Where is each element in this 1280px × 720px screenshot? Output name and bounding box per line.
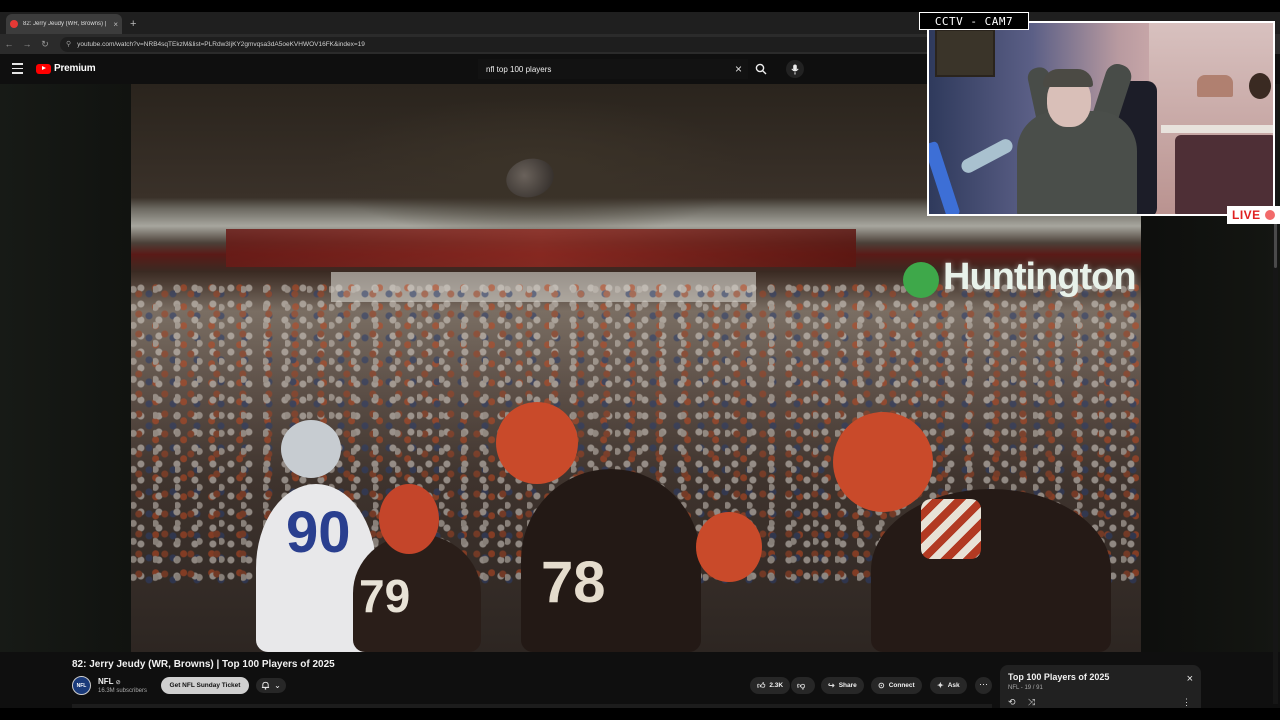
stadium-ribbon-board	[226, 229, 856, 267]
playlist-title[interactable]: Top 100 Players of 2025	[1008, 672, 1109, 682]
stadium-sponsor-sign: Huntington Ba	[943, 256, 1141, 298]
clear-search-icon[interactable]: ×	[735, 62, 742, 76]
cam-sofa	[1175, 135, 1273, 214]
search-input[interactable]: nfl top 100 players ×	[478, 59, 748, 79]
ask-button[interactable]: ✦ Ask	[930, 677, 967, 694]
defender-helmet	[281, 420, 341, 478]
cam-picture-frame	[935, 29, 995, 77]
browns-sleeve-stripes	[921, 499, 981, 559]
playlist-close-icon[interactable]: ×	[1187, 673, 1193, 685]
stadium-sponsor-logo	[903, 262, 939, 298]
browns-helmet-mid	[696, 512, 762, 582]
cam-microphone	[958, 136, 1016, 176]
sparkle-icon: ✦	[937, 681, 944, 690]
jersey-number-90: 90	[286, 500, 351, 565]
search-icon	[755, 63, 767, 75]
page: 82: Jerry Jeudy (WR, Browns) | × + ← → ↻…	[0, 0, 1280, 720]
search-query-text: nfl top 100 players	[486, 64, 552, 74]
connect-label: Connect	[888, 682, 915, 689]
youtube-play-logo-icon	[36, 63, 51, 74]
verified-icon: ⊘	[115, 680, 121, 686]
loop-icon[interactable]: ⟲	[1008, 697, 1016, 708]
subscriber-count: 16.3M subscribers	[98, 688, 148, 694]
thumbs-down-icon: 👎︎	[797, 680, 806, 690]
browns-helmet-78	[496, 402, 578, 484]
football-in-air	[501, 153, 559, 203]
video-title: 82: Jerry Jeudy (WR, Browns) | Top 100 P…	[72, 659, 335, 670]
site-info-icon[interactable]: ⚲	[66, 40, 71, 48]
logo-text: Premium	[54, 63, 96, 74]
tab-title: 82: Jerry Jeudy (WR, Browns) |	[23, 21, 107, 27]
browser-tab[interactable]: 82: Jerry Jeudy (WR, Browns) | ×	[6, 14, 122, 34]
ask-label: Ask	[947, 682, 960, 689]
sunday-ticket-button[interactable]: Get NFL Sunday Ticket	[161, 677, 249, 694]
live-badge: LIVE	[1227, 206, 1280, 224]
like-count: 2.3K	[769, 682, 784, 689]
connect-button[interactable]: ⊙ Connect	[871, 677, 922, 694]
share-arrow-icon: ↪	[828, 681, 835, 690]
cam-mic-arm	[929, 140, 961, 214]
playlist-meta: NFL - 19 / 91	[1008, 685, 1043, 691]
menu-icon[interactable]	[12, 63, 23, 74]
live-label: LIVE	[1232, 208, 1261, 222]
screen-bottom-border	[0, 708, 1280, 720]
cam-person-body	[1017, 111, 1137, 214]
browns-helmet-right	[833, 412, 933, 512]
cam-shelf	[1161, 125, 1273, 133]
voice-search-button[interactable]	[786, 60, 804, 78]
screen-top-border	[0, 0, 1280, 12]
share-label: Share	[838, 682, 857, 689]
channel-avatar[interactable]: NFL	[72, 676, 91, 695]
browns-helmet-79	[379, 484, 439, 554]
chevron-down-icon: ⌄	[274, 681, 281, 690]
cam-label: CCTV - CAM7	[919, 12, 1029, 30]
channel-name[interactable]: NFL ⊘	[98, 677, 121, 686]
thumbs-up-icon: 👍︎	[757, 680, 766, 690]
reload-icon[interactable]: ↻	[36, 39, 54, 50]
microphone-icon	[791, 64, 799, 74]
youtube-favicon-icon	[10, 20, 18, 28]
live-dot-icon	[1264, 210, 1275, 220]
cam-person-cap	[1043, 69, 1093, 87]
share-button[interactable]: ↪ Share	[821, 677, 864, 694]
jersey-number-79: 79	[359, 570, 411, 622]
jersey-number-78: 78	[541, 550, 606, 615]
like-button[interactable]: 👍︎ 2.3K	[750, 677, 791, 694]
connect-icon: ⊙	[878, 681, 885, 690]
webcam-feed	[927, 21, 1275, 216]
url-text: youtube.com/watch?v=NRB4sqTEkzM&list=PLR…	[77, 40, 365, 48]
dislike-button[interactable]: 👎︎	[791, 677, 815, 694]
cam-wall-decor-plaque	[1249, 73, 1271, 99]
browns-player-right	[871, 489, 1111, 652]
forward-arrow-icon[interactable]: →	[18, 39, 36, 49]
search-button[interactable]	[752, 61, 770, 77]
youtube-premium-logo[interactable]: Premium	[36, 63, 96, 74]
back-arrow-icon[interactable]: ←	[0, 39, 18, 49]
tab-close-icon[interactable]: ×	[113, 20, 118, 29]
shuffle-icon[interactable]: ⤨	[1028, 697, 1035, 708]
bell-icon	[262, 681, 270, 690]
more-actions-button[interactable]: ⋯	[975, 677, 992, 694]
playlist-more-icon[interactable]: ⋮	[1182, 697, 1191, 708]
new-tab-button[interactable]: +	[130, 14, 136, 34]
channel-name-text: NFL	[98, 677, 114, 686]
scrollbar-thumb[interactable]	[1274, 220, 1277, 268]
notification-bell-button[interactable]: ⌄	[256, 678, 286, 693]
cam-wall-decor-elk	[1197, 75, 1233, 97]
